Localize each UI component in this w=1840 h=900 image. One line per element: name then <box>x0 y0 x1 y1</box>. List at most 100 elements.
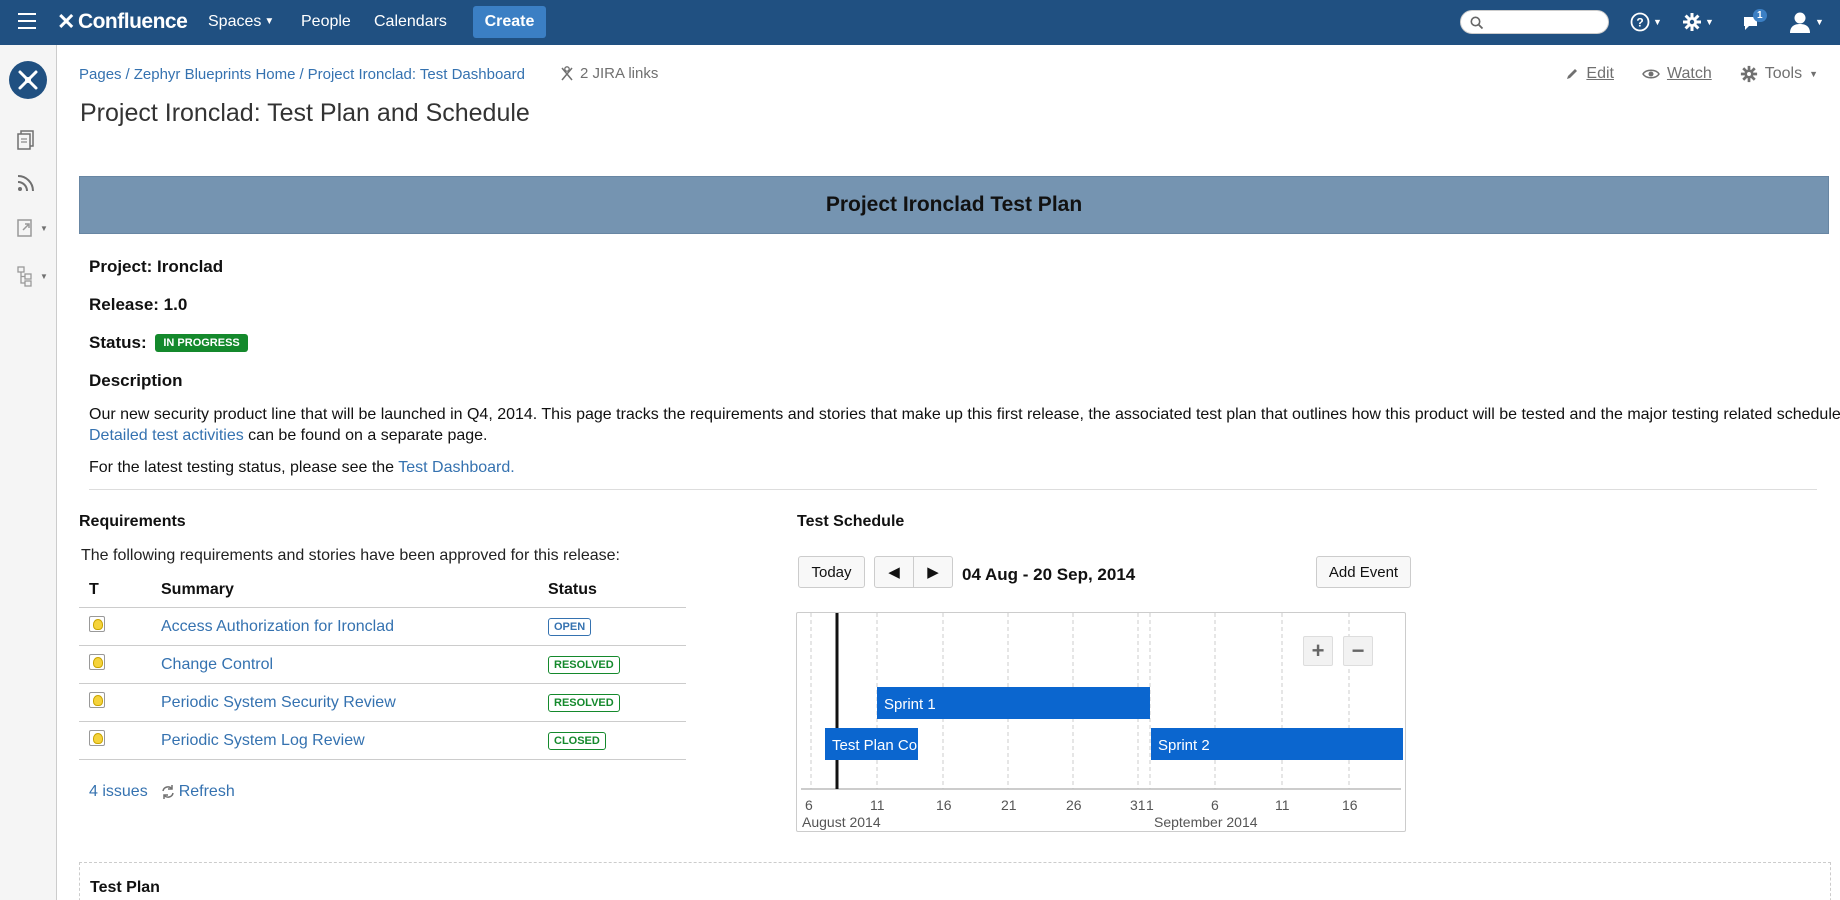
improvement-icon <box>89 616 105 632</box>
user-menu[interactable]: ▼ <box>1788 9 1824 35</box>
page-actions: Edit Watch Tools ▼ <box>1565 65 1818 83</box>
add-event-button[interactable]: Add Event <box>1316 556 1411 588</box>
app-name: Confluence <box>77 10 188 33</box>
page-tree-icon <box>17 266 32 287</box>
main-content: Pages / Zephyr Blueprints Home / Project… <box>57 45 1840 900</box>
tick-label: 26 <box>1066 797 1082 813</box>
status-field: Status: IN PROGRESS <box>89 333 248 353</box>
event-label: Test Plan Co <box>832 737 917 754</box>
sidebar-item-blog[interactable] <box>15 172 37 194</box>
column-header-summary[interactable]: Summary <box>151 575 538 608</box>
breadcrumb-separator: / <box>299 66 304 83</box>
status-label: Status: <box>89 333 147 352</box>
breadcrumb-pages[interactable]: Pages <box>79 66 122 83</box>
settings-menu[interactable]: ▼ <box>1682 9 1714 35</box>
breadcrumb-zephyr-home[interactable]: Zephyr Blueprints Home <box>134 66 296 83</box>
tools-cross-icon <box>18 70 38 90</box>
event-test-plan[interactable]: Test Plan Co <box>825 728 918 760</box>
nav-calendars[interactable]: Calendars <box>374 13 447 31</box>
event-sprint-2[interactable]: Sprint 2 <box>1151 728 1403 760</box>
type-cell <box>79 683 151 722</box>
refresh-label: Refresh <box>178 783 235 800</box>
status-cell: RESOLVED <box>538 683 686 722</box>
breadcrumb: Pages / Zephyr Blueprints Home / Project… <box>79 66 525 83</box>
status-badge: RESOLVED <box>548 694 620 712</box>
svg-text:?: ? <box>1636 16 1643 30</box>
sidebar-item-page-tree[interactable]: ▼ <box>15 265 48 287</box>
watch-button[interactable]: Watch <box>1642 65 1712 83</box>
summary-cell: Periodic System Log Review <box>151 721 538 760</box>
column-header-status[interactable]: Status <box>538 575 686 608</box>
requirements-intro: The following requirements and stories h… <box>81 547 620 564</box>
jira-issues-table: T Summary Status Access Authorization fo… <box>79 575 686 760</box>
tick-label: 11 <box>870 797 885 813</box>
tick-label: 16 <box>1342 797 1358 813</box>
tick-label: 16 <box>936 797 952 813</box>
pages-icon <box>17 130 34 150</box>
top-navigation-bar: ✕ Confluence Spaces ▼ People Calendars Cr… <box>0 0 1840 45</box>
previous-button[interactable]: ◀ <box>874 556 914 588</box>
status-cell: OPEN <box>538 607 686 646</box>
chevron-down-icon: ▼ <box>40 271 48 281</box>
status-badge: OPEN <box>548 618 592 636</box>
gear-icon <box>1740 65 1757 83</box>
nav-spaces[interactable]: Spaces ▼ <box>208 13 274 31</box>
issue-link[interactable]: Access Authorization for Ironclad <box>161 618 394 635</box>
edit-button[interactable]: Edit <box>1565 65 1614 83</box>
latest-status-label: For the latest testing status, please se… <box>89 459 399 476</box>
issues-count-link[interactable]: 4 issues <box>89 783 148 801</box>
refresh-icon <box>161 785 174 799</box>
jira-links[interactable]: 2 JIRA links <box>560 65 658 82</box>
issue-link[interactable]: Periodic System Security Review <box>161 694 396 711</box>
create-button[interactable]: Create <box>473 6 546 38</box>
tick-label: 31 <box>1130 797 1146 813</box>
chevron-down-icon: ▼ <box>40 223 48 233</box>
space-sidebar: ▼ ▼ <box>0 45 57 900</box>
description-text: Our new security product line that will … <box>89 404 1840 446</box>
table-row: Periodic System Log Review CLOSED <box>79 721 686 760</box>
gear-icon <box>1683 13 1701 31</box>
menu-icon[interactable] <box>18 13 36 29</box>
divider <box>89 489 1817 490</box>
chevron-down-icon: ▼ <box>264 16 275 27</box>
tick-label: 1 <box>1146 797 1154 813</box>
sidebar-item-shortcuts[interactable]: ▼ <box>15 217 48 239</box>
column-header-type[interactable]: T <box>79 575 151 608</box>
today-button[interactable]: Today <box>798 556 865 588</box>
project-field: Project: Ironclad <box>89 257 224 276</box>
refresh-button[interactable]: Refresh <box>160 783 235 801</box>
table-row: Access Authorization for Ironclad OPEN <box>79 607 686 646</box>
type-cell <box>79 607 151 646</box>
summary-cell: Change Control <box>151 645 538 684</box>
help-menu[interactable]: ? ▼ <box>1630 9 1662 35</box>
event-sprint-1[interactable]: Sprint 1 <box>877 687 1150 719</box>
breadcrumb-test-dashboard[interactable]: Project Ironclad: Test Dashboard <box>308 66 525 83</box>
eye-icon <box>1642 69 1660 79</box>
description-part-1: Our new security product line that will … <box>89 406 1840 423</box>
improvement-icon <box>89 692 105 708</box>
status-cell: CLOSED <box>538 721 686 760</box>
tick-label: 21 <box>1001 797 1017 813</box>
tools-label: Tools <box>1764 65 1803 82</box>
search-input[interactable] <box>1460 10 1609 34</box>
next-button[interactable]: ▶ <box>913 556 953 588</box>
test-plan-heading: Test Plan <box>90 879 160 896</box>
test-schedule-heading: Test Schedule <box>797 513 905 530</box>
test-dashboard-link[interactable]: Test Dashboard. <box>398 459 515 476</box>
date-range-label: 04 Aug - 20 Sep, 2014 <box>962 565 1136 584</box>
nav-people[interactable]: People <box>301 13 351 31</box>
confluence-logo[interactable]: ✕ Confluence <box>57 9 188 35</box>
breadcrumb-separator: / <box>125 66 130 83</box>
zoom-out-button[interactable]: − <box>1343 636 1373 666</box>
zoom-in-button[interactable]: + <box>1303 636 1333 666</box>
issue-link[interactable]: Periodic System Log Review <box>161 732 365 749</box>
blog-rss-icon <box>17 175 34 192</box>
sidebar-item-pages[interactable] <box>15 129 37 151</box>
gantt-timeline: Sprint 1 Test Plan Co Sprint 2 6 11 16 2… <box>796 612 1406 832</box>
detailed-test-activities-link[interactable]: Detailed test activities <box>89 427 244 444</box>
issue-link[interactable]: Change Control <box>161 656 273 673</box>
space-logo[interactable] <box>9 61 47 99</box>
tools-menu[interactable]: Tools ▼ <box>1740 65 1818 83</box>
event-label: Sprint 2 <box>1158 737 1210 754</box>
jira-links-label: 2 JIRA links <box>580 65 659 82</box>
